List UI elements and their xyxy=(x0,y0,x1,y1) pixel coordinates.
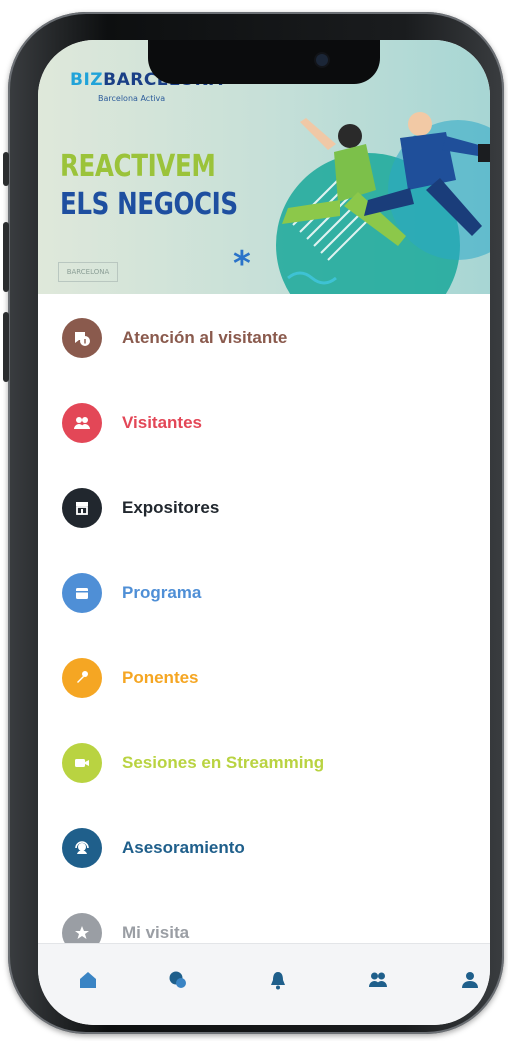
asterisk-icon: * xyxy=(233,244,251,284)
menu-item-label: Asesoramiento xyxy=(122,838,245,857)
banner-headline: REACTIVEM ELS NEGOCIS xyxy=(60,148,238,224)
microphone-icon xyxy=(62,658,102,698)
notch xyxy=(148,40,380,84)
support-agent-icon xyxy=(62,828,102,868)
tab-notifications[interactable] xyxy=(258,960,298,1000)
menu-item-asesoramiento[interactable]: Asesoramiento xyxy=(38,820,490,876)
brand-biz: BIZ xyxy=(70,70,104,90)
menu-item-visitantes[interactable]: Visitantes xyxy=(38,395,490,451)
menu-item-label: Mi visita xyxy=(122,923,190,942)
tab-chat[interactable] xyxy=(158,960,198,1000)
user-icon xyxy=(462,972,478,988)
tab-home[interactable] xyxy=(68,960,108,1000)
calendar-icon xyxy=(62,573,102,613)
bottom-tab-bar xyxy=(38,943,490,1025)
chat-icon xyxy=(169,971,186,988)
headline-line1: REACTIVEM xyxy=(60,149,216,184)
menu-item-label: Expositores xyxy=(122,498,220,517)
headline-line2: ELS NEGOCIS xyxy=(60,187,238,222)
partner-logo: BARCELONA xyxy=(58,262,118,282)
menu-item-label: Sesiones en Streamming xyxy=(122,753,325,772)
people-icon xyxy=(62,403,102,443)
menu-item-expositores[interactable]: Expositores xyxy=(38,480,490,536)
mute-switch xyxy=(3,152,9,186)
tab-contacts[interactable] xyxy=(358,960,398,1000)
menu-item-label: Ponentes xyxy=(122,668,199,687)
menu-item-label: Programa xyxy=(122,583,202,602)
bell-icon xyxy=(271,972,285,990)
volume-down-button xyxy=(3,312,9,382)
menu-item-atencion-visitante[interactable]: Atención al visitante xyxy=(38,310,490,366)
menu-item-sesiones-streamming[interactable]: Sesiones en Streamming xyxy=(38,735,490,791)
group-icon xyxy=(369,972,387,987)
store-icon xyxy=(62,488,102,528)
menu-item-label: Atención al visitante xyxy=(122,328,288,347)
menu-item-programa[interactable]: Programa xyxy=(38,565,490,621)
info-chat-icon xyxy=(62,318,102,358)
tab-profile[interactable] xyxy=(450,960,490,1000)
brand-subtitle: Barcelona Activa xyxy=(98,94,166,103)
menu-item-ponentes[interactable]: Ponentes xyxy=(38,650,490,706)
screen: BIZ BARCELONA Barcelona Activa REACTIVEM … xyxy=(38,40,490,1025)
volume-up-button xyxy=(3,222,9,292)
home-icon xyxy=(80,972,96,988)
video-camera-icon xyxy=(62,743,102,783)
phone-frame: BIZ BARCELONA Barcelona Activa REACTIVEM … xyxy=(3,12,504,1034)
menu-item-label: Visitantes xyxy=(122,413,203,432)
front-camera xyxy=(316,54,328,66)
